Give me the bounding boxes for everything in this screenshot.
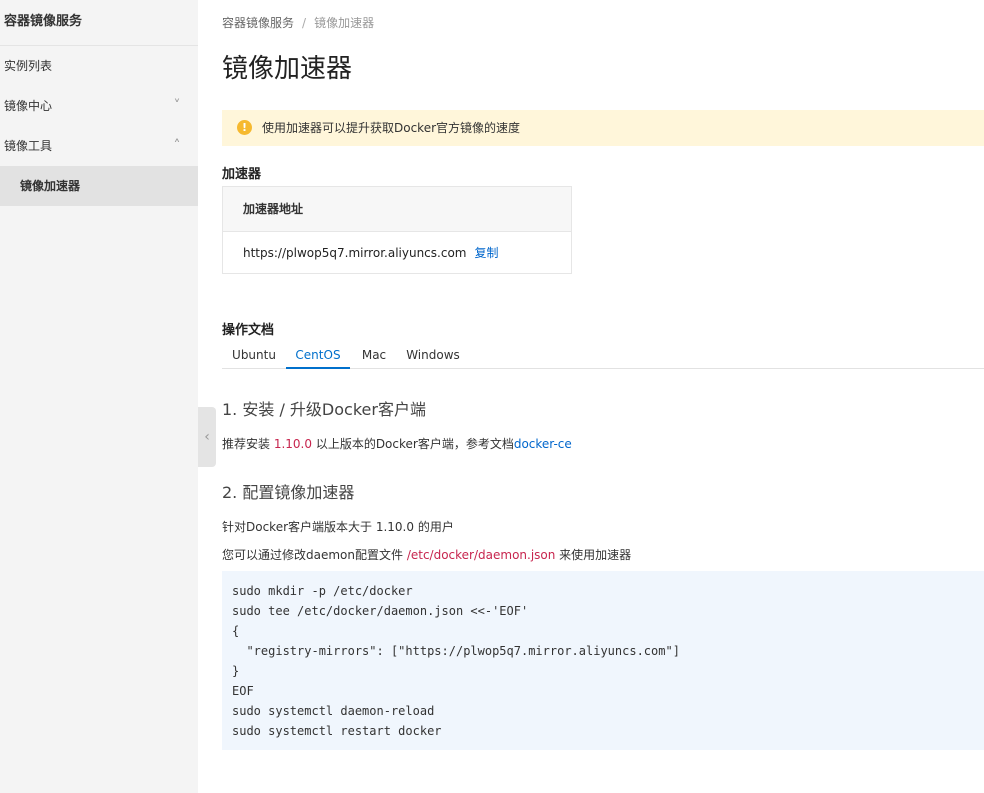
step1-title: 1. 安装 / 升级Docker客户端 (222, 400, 426, 419)
tab-windows[interactable]: Windows (402, 342, 464, 369)
code-block[interactable]: sudo mkdir -p /etc/docker sudo tee /etc/… (222, 571, 984, 750)
version-highlight: 1.10.0 (273, 437, 312, 451)
sidebar-item-image-tools[interactable]: 镜像工具 ˄ (0, 126, 198, 166)
sidebar-title: 容器镜像服务 (0, 0, 198, 46)
os-tabs: Ubuntu CentOS Mac Windows (222, 342, 984, 369)
sidebar-item-image-center[interactable]: 镜像中心 ˅ (0, 86, 198, 126)
docker-ce-link[interactable]: docker-ce (514, 437, 572, 451)
tab-ubuntu[interactable]: Ubuntu (222, 342, 286, 369)
step2-line2: 您可以通过修改daemon配置文件 /etc/docker/daemon.jso… (222, 546, 631, 563)
step2-title: 2. 配置镜像加速器 (222, 483, 355, 502)
tab-mac[interactable]: Mac (350, 342, 398, 369)
code-line: } (232, 664, 240, 678)
chevron-down-icon: ˅ (173, 98, 181, 114)
sidebar-item-image-accelerator[interactable]: 镜像加速器 (0, 166, 198, 206)
breadcrumb: 容器镜像服务 / 镜像加速器 (222, 14, 374, 31)
breadcrumb-separator: / (302, 16, 307, 30)
step1-text-b: 以上版本的Docker客户端，参考文档 (312, 437, 514, 451)
main-content: 容器镜像服务 / 镜像加速器 镜像加速器 ! 使用加速器可以提升获取Docker官方… (222, 0, 984, 793)
step2-line1: 针对Docker客户端版本大于 1.10.0 的用户 (222, 520, 454, 534)
config-path-highlight: /etc/docker/daemon.json (406, 548, 556, 562)
code-line: sudo systemctl restart docker (232, 724, 442, 738)
accelerator-heading: 加速器 (222, 167, 262, 182)
code-line: EOF (232, 684, 254, 698)
accelerator-table: 加速器地址 https://plwop5q7.mirror.aliyuncs.c… (222, 186, 572, 274)
accelerator-address: https://plwop5q7.mirror.aliyuncs.com (243, 246, 467, 260)
step2-line2-b: 来使用加速器 (555, 548, 632, 562)
info-notice: ! 使用加速器可以提升获取Docker官方镜像的速度 (222, 110, 984, 146)
code-line: { (232, 624, 240, 638)
step1-text: 推荐安装 1.10.0 以上版本的Docker客户端，参考文档docker-ce (222, 435, 572, 452)
page-title: 镜像加速器 (222, 54, 353, 84)
table-row: https://plwop5q7.mirror.aliyuncs.com 复制 (223, 232, 571, 274)
docs-heading: 操作文档 (222, 323, 275, 338)
tab-centos[interactable]: CentOS (286, 342, 350, 369)
sidebar-item-label: 镜像中心 (4, 99, 53, 113)
code-line: "registry-mirrors": ["https://plwop5q7.m… (232, 644, 680, 658)
sidebar-item-label: 镜像工具 (4, 139, 53, 153)
chevron-up-icon: ˄ (173, 138, 181, 154)
step2-line2-a: 您可以通过修改daemon配置文件 (222, 548, 407, 562)
warning-icon: ! (237, 120, 252, 135)
sidebar-item-label: 镜像加速器 (20, 179, 81, 193)
code-line: sudo tee /etc/docker/daemon.json <<-'EOF… (232, 604, 529, 618)
sidebar-item-label: 实例列表 (4, 59, 53, 73)
code-line: sudo mkdir -p /etc/docker (232, 584, 413, 598)
sidebar-collapse-handle[interactable]: ‹ (198, 407, 216, 467)
table-header: 加速器地址 (223, 187, 571, 232)
code-line: sudo systemctl daemon-reload (232, 704, 435, 718)
sidebar: 容器镜像服务 实例列表 镜像中心 ˅ 镜像工具 ˄ 镜像加速器 (0, 0, 198, 793)
notice-text: 使用加速器可以提升获取Docker官方镜像的速度 (262, 121, 521, 135)
breadcrumb-root-link[interactable]: 容器镜像服务 (222, 16, 294, 30)
sidebar-item-instance-list[interactable]: 实例列表 (0, 46, 198, 86)
step1-text-a: 推荐安装 (222, 437, 274, 451)
breadcrumb-current: 镜像加速器 (314, 16, 375, 30)
copy-link[interactable]: 复制 (474, 246, 498, 260)
chevron-left-icon: ‹ (204, 429, 210, 445)
